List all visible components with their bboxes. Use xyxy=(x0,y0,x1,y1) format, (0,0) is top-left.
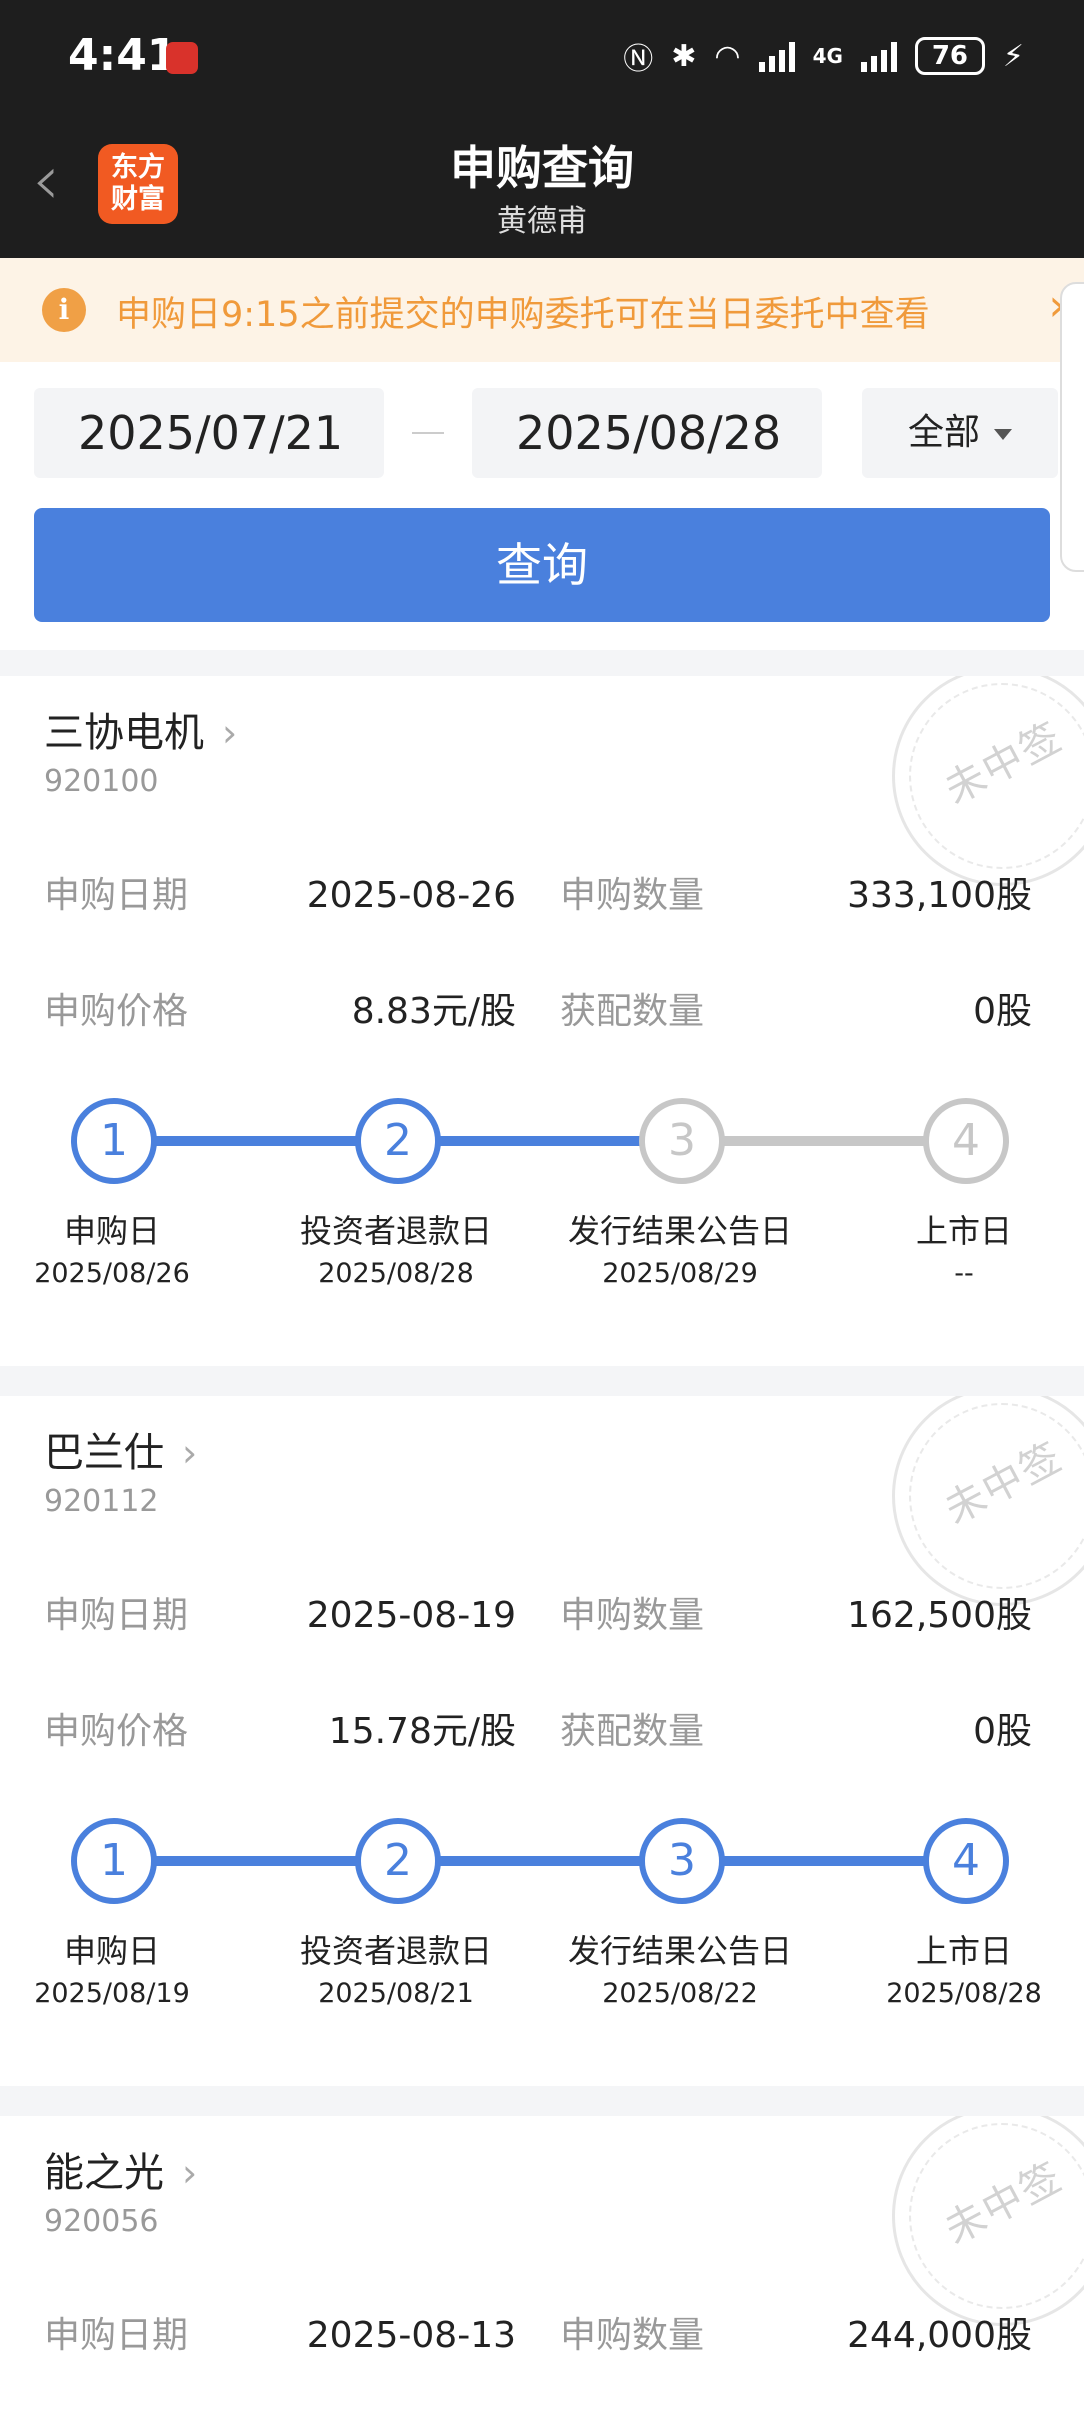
step-circle: 3 xyxy=(639,1098,725,1184)
stock-name-link[interactable]: 能之光 › xyxy=(44,2140,197,2198)
stock-code: 920100 xyxy=(44,764,159,799)
subscribe-price-value: 15.78元/股 xyxy=(328,1711,516,1752)
step-date: 2025/08/29 xyxy=(602,1258,758,1289)
step-label: 投资者退款日 xyxy=(299,1932,492,1970)
nfc-icon: Ⓝ xyxy=(623,42,654,77)
step-circle: 2 xyxy=(355,1818,441,1904)
subscribe-date-label: 申购日期 xyxy=(44,875,189,916)
account-name: 黄德甫 xyxy=(497,204,587,239)
query-button[interactable]: 查询 xyxy=(34,508,1050,622)
signal-icon-2 xyxy=(860,40,897,72)
battery-icon: 76 xyxy=(914,37,985,75)
step-label: 发行结果公告日 xyxy=(567,1212,792,1250)
subscribe-date-label: 申购日期 xyxy=(44,1595,189,1636)
bluetooth-icon: ✱ xyxy=(671,38,697,74)
type-select-value: 全部 xyxy=(908,412,981,453)
allotted-qty-value: 0股 xyxy=(973,1711,1032,1752)
subscribe-date-value: 2025-08-26 xyxy=(306,875,516,916)
signal-icon xyxy=(758,40,795,72)
charging-icon: ⚡ xyxy=(1002,38,1024,74)
not-won-stamp: 未中签 xyxy=(892,2116,1084,2326)
subscribe-qty-value: 162,500股 xyxy=(847,1595,1032,1636)
start-date-picker[interactable]: 2025/07/21 xyxy=(34,388,384,478)
step-date: 2025/08/28 xyxy=(318,1258,474,1289)
step-label: 上市日 xyxy=(915,1212,1012,1250)
step-circle: 1 xyxy=(71,1098,157,1184)
not-won-stamp: 未中签 xyxy=(892,1396,1084,1606)
status-icons: Ⓝ ✱ ◠ 4G 76 ⚡ xyxy=(623,34,1024,78)
info-row: 申购日期 2025-08-19 申购数量 162,500股 xyxy=(0,1591,1084,1641)
stock-code: 920056 xyxy=(44,2204,159,2239)
not-won-stamp: 未中签 xyxy=(892,676,1084,886)
chevron-right-icon: › xyxy=(222,711,238,755)
progress-steps: 1 2 3 4 申购日 投资者退款日 发行结果公告日 上市日 2025/08/1… xyxy=(0,1816,1084,2066)
wifi-icon: ◠ xyxy=(714,38,741,74)
step-label: 发行结果公告日 xyxy=(567,1932,792,1970)
status-time: 4:41 xyxy=(68,30,178,81)
subscribe-date-value: 2025-08-13 xyxy=(306,2315,516,2356)
info-row: 申购价格 8.83元/股 获配数量 0股 xyxy=(0,987,1084,1037)
type-select[interactable]: 全部 xyxy=(862,388,1058,478)
floating-side-tab[interactable] xyxy=(1060,282,1084,572)
info-row: 申购日期 2025-08-26 申购数量 333,100股 xyxy=(0,871,1084,921)
step-circle: 3 xyxy=(639,1818,725,1904)
subscribe-date-label: 申购日期 xyxy=(44,2315,189,2356)
step-circle: 4 xyxy=(923,1098,1009,1184)
allotted-qty-value: 0股 xyxy=(973,991,1032,1032)
filter-panel: 2025/07/21 2025/08/28 全部 查询 xyxy=(0,362,1084,650)
stock-name: 能之光 xyxy=(44,2150,164,2196)
subscribe-qty-value: 333,100股 xyxy=(847,875,1032,916)
info-icon: i xyxy=(42,288,86,332)
allotted-qty-label: 获配数量 xyxy=(560,1711,705,1752)
network-type: 4G xyxy=(812,44,843,68)
subscribe-qty-label: 申购数量 xyxy=(560,875,705,916)
step-date: 2025/08/26 xyxy=(34,1258,190,1289)
caret-down-icon xyxy=(994,428,1013,440)
stock-name: 三协电机 xyxy=(44,710,204,756)
step-label: 上市日 xyxy=(915,1932,1012,1970)
progress-steps: 1 2 3 4 申购日 投资者退款日 发行结果公告日 上市日 2025/08/2… xyxy=(0,1096,1084,1346)
subscribe-price-value: 8.83元/股 xyxy=(351,991,516,1032)
stock-name-link[interactable]: 巴兰仕 › xyxy=(44,1420,197,1478)
subscribe-qty-label: 申购数量 xyxy=(560,2315,705,2356)
step-circle: 2 xyxy=(355,1098,441,1184)
step-label: 申购日 xyxy=(63,1212,160,1250)
top-bar: 4:41 Ⓝ ✱ ◠ 4G 76 ⚡ ‹ 东方 财富 申购查询 黄德甫 xyxy=(0,0,1084,258)
allotted-qty-label: 获配数量 xyxy=(560,991,705,1032)
step-label: 投资者退款日 xyxy=(299,1212,492,1250)
step-circle: 4 xyxy=(923,1818,1009,1904)
subscribe-qty-label: 申购数量 xyxy=(560,1595,705,1636)
step-date: 2025/08/22 xyxy=(602,1978,758,2009)
date-range-separator xyxy=(412,432,444,434)
notice-banner[interactable]: i 申购日9:15之前提交的申购委托可在当日委托中查看 › xyxy=(0,258,1084,362)
subscribe-date-value: 2025-08-19 xyxy=(306,1595,516,1636)
stock-code: 920112 xyxy=(44,1484,159,1519)
chevron-right-icon: › xyxy=(182,1431,198,1475)
stock-name: 巴兰仕 xyxy=(44,1430,164,1476)
page-title: 申购查询 xyxy=(450,141,634,195)
record-card[interactable]: 三协电机 › 920100 未中签 申购日期 2025-08-26 申购数量 33… xyxy=(0,676,1084,1366)
step-date: 2025/08/21 xyxy=(318,1978,474,2009)
status-bar: 4:41 Ⓝ ✱ ◠ 4G 76 ⚡ xyxy=(0,0,1084,110)
subscribe-price-label: 申购价格 xyxy=(44,991,189,1032)
subscribe-price-label: 申购价格 xyxy=(44,1711,189,1752)
info-row: 申购日期 2025-08-13 申购数量 244,000股 xyxy=(0,2311,1084,2361)
subscribe-qty-value: 244,000股 xyxy=(847,2315,1032,2356)
step-date: 2025/08/19 xyxy=(34,1978,190,2009)
step-date: -- xyxy=(954,1258,974,1289)
info-row: 申购价格 15.78元/股 获配数量 0股 xyxy=(0,1707,1084,1757)
stock-name-link[interactable]: 三协电机 › xyxy=(44,700,237,758)
notice-text: 申购日9:15之前提交的申购委托可在当日委托中查看 xyxy=(116,295,930,335)
record-card[interactable]: 能之光 › 920056 未中签 申购日期 2025-08-13 申购数量 244… xyxy=(0,2116,1084,2412)
notification-app-icon xyxy=(166,42,198,74)
record-card[interactable]: 巴兰仕 › 920112 未中签 申购日期 2025-08-19 申购数量 162… xyxy=(0,1396,1084,2086)
step-label: 申购日 xyxy=(63,1932,160,1970)
end-date-picker[interactable]: 2025/08/28 xyxy=(472,388,822,478)
chevron-right-icon: › xyxy=(182,2151,198,2195)
step-date: 2025/08/28 xyxy=(886,1978,1042,2009)
step-circle: 1 xyxy=(71,1818,157,1904)
